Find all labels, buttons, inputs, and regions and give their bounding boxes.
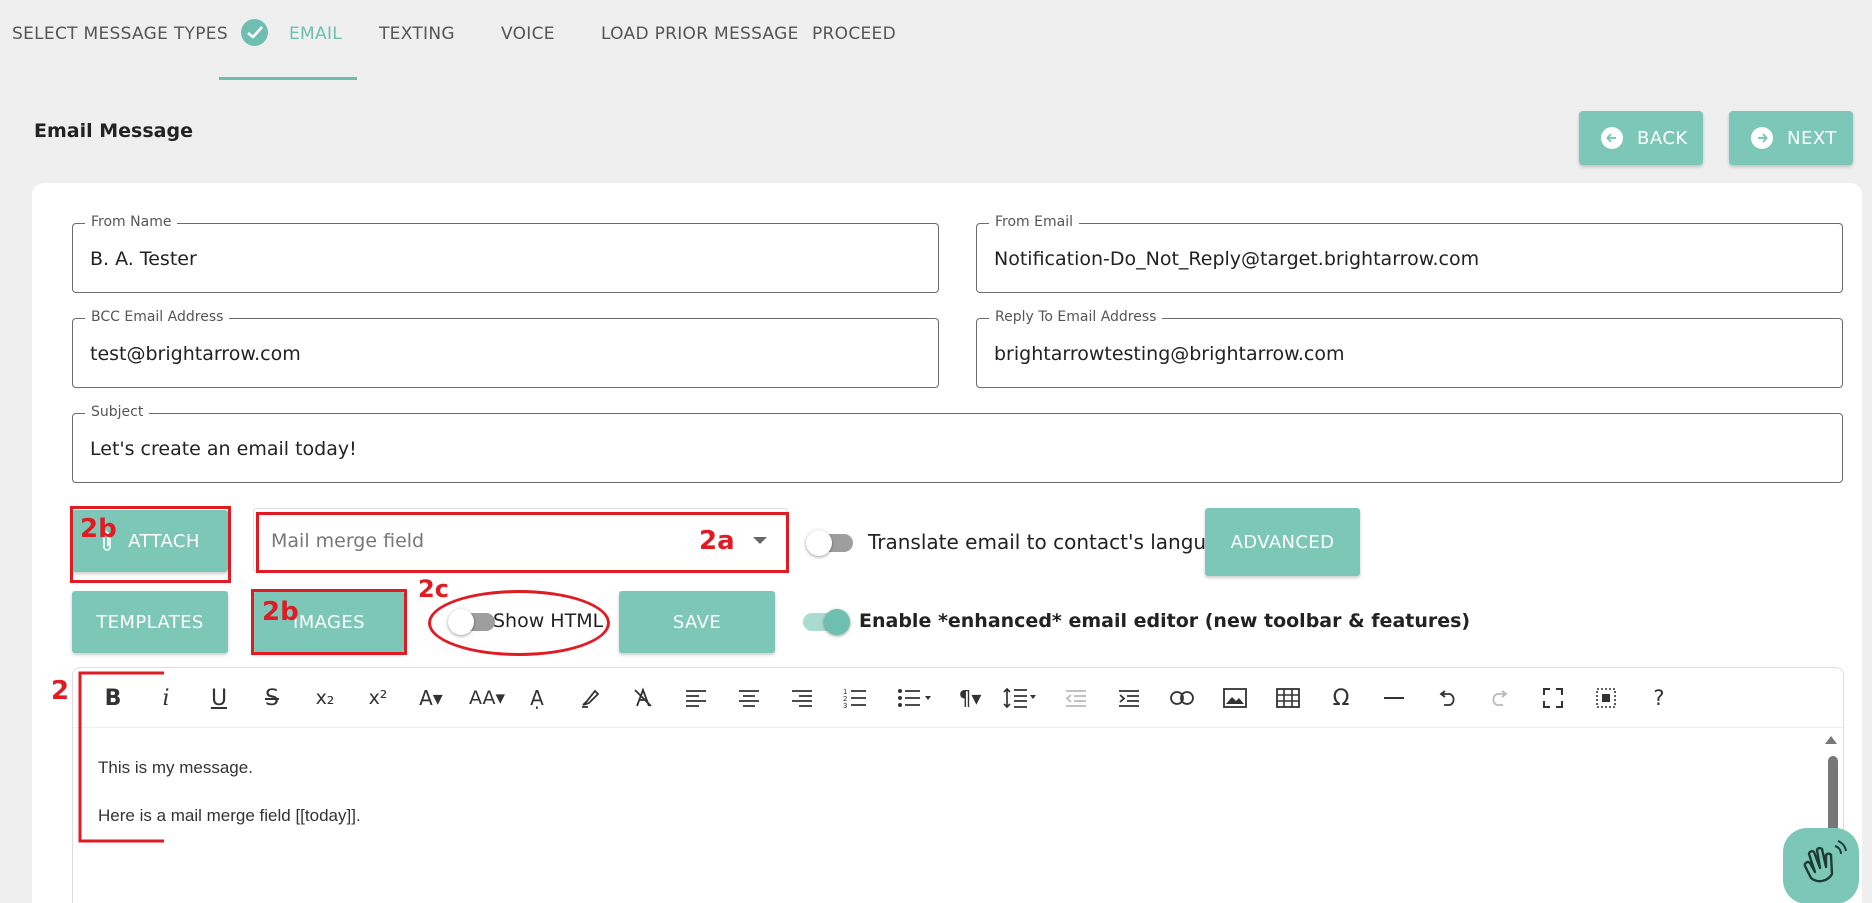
bcc-email-value: test@brightarrow.com — [90, 343, 301, 365]
save-button[interactable]: SAVE — [619, 591, 775, 653]
arrow-right-icon — [1751, 127, 1773, 149]
advanced-label: ADVANCED — [1230, 531, 1335, 553]
annotation-label-editor: 2 — [51, 676, 70, 706]
annotation-ellipse-show-html — [428, 590, 610, 656]
align-left-icon[interactable] — [676, 682, 716, 714]
templates-label: TEMPLATES — [96, 611, 204, 633]
templates-button[interactable]: TEMPLATES — [72, 591, 228, 653]
font-size-icon[interactable]: AA▾ — [463, 682, 511, 714]
reply-to-label: Reply To Email Address — [989, 309, 1163, 325]
bullet-list-icon[interactable] — [888, 682, 940, 714]
step-select-message-types[interactable]: SELECT MESSAGE TYPES — [12, 24, 228, 44]
save-label: SAVE — [672, 611, 722, 633]
special-character-icon[interactable]: Ω — [1321, 682, 1361, 714]
horizontal-rule-icon[interactable] — [1374, 682, 1414, 714]
waving-hand-icon — [1803, 840, 1847, 883]
step-email[interactable]: EMAIL — [289, 24, 342, 44]
annotation-label-show-html: 2c — [418, 575, 449, 603]
strikethrough-icon[interactable]: S — [252, 682, 292, 714]
from-email-label: From Email — [989, 214, 1079, 230]
editor-toolbar: B i U S x₂ x² A▾ AA▾ Ạ 123 ¶▾ Ω ? — [73, 668, 1843, 728]
advanced-button[interactable]: ADVANCED — [1205, 508, 1360, 576]
subject-field[interactable]: Subject Let's create an email today! — [72, 404, 1843, 483]
from-email-field[interactable]: From Email Notification-Do_Not_Reply@tar… — [976, 214, 1843, 293]
enhanced-editor-toggle[interactable] — [803, 609, 850, 635]
clear-format-icon[interactable] — [623, 682, 663, 714]
redo-icon[interactable] — [1480, 682, 1520, 714]
check-icon — [241, 19, 268, 46]
active-step-indicator — [219, 77, 357, 80]
step-texting[interactable]: TEXTING — [379, 24, 455, 44]
outdent-icon[interactable] — [1056, 682, 1096, 714]
rich-text-editor[interactable]: B i U S x₂ x² A▾ AA▾ Ạ 123 ¶▾ Ω ? This … — [72, 667, 1844, 903]
insert-image-icon[interactable] — [1215, 682, 1255, 714]
from-name-label: From Name — [85, 214, 178, 230]
insert-table-icon[interactable] — [1268, 682, 1308, 714]
toggle-knob — [806, 530, 832, 556]
line-height-icon[interactable] — [997, 682, 1043, 714]
stepper: SELECT MESSAGE TYPES EMAIL TEXTING VOICE… — [0, 0, 1872, 82]
enhanced-editor-label: Enable *enhanced* email editor (new tool… — [859, 610, 1471, 632]
svg-text:3: 3 — [843, 702, 847, 708]
bcc-email-field[interactable]: BCC Email Address test@brightarrow.com — [72, 309, 939, 388]
paragraph-format-icon[interactable]: ¶▾ — [947, 682, 993, 714]
subject-label: Subject — [85, 404, 150, 420]
help-chat-button[interactable] — [1783, 828, 1859, 903]
bcc-email-label: BCC Email Address — [85, 309, 230, 325]
annotation-label-images: 2b — [262, 597, 299, 627]
translate-toggle[interactable] — [806, 530, 853, 556]
next-button[interactable]: NEXT — [1729, 111, 1853, 165]
select-all-icon[interactable] — [1586, 682, 1626, 714]
from-email-value: Notification-Do_Not_Reply@target.brighta… — [994, 248, 1480, 270]
ordered-list-icon[interactable]: 123 — [835, 682, 875, 714]
from-name-value: B. A. Tester — [90, 248, 197, 270]
undo-icon[interactable] — [1427, 682, 1467, 714]
next-label: NEXT — [1787, 127, 1837, 149]
reply-to-value: brightarrowtesting@brightarrow.com — [994, 343, 1345, 365]
align-center-icon[interactable] — [729, 682, 769, 714]
arrow-left-icon — [1601, 127, 1623, 149]
superscript-icon[interactable]: x² — [358, 682, 398, 714]
step-voice[interactable]: VOICE — [501, 24, 555, 44]
align-right-icon[interactable] — [782, 682, 822, 714]
highlight-icon[interactable] — [570, 682, 610, 714]
toggle-knob — [824, 609, 850, 635]
step-load-prior-message[interactable]: LOAD PRIOR MESSAGE — [601, 24, 799, 44]
step-proceed[interactable]: PROCEED — [812, 24, 896, 44]
subscript-icon[interactable]: x₂ — [305, 682, 345, 714]
link-icon[interactable] — [1162, 682, 1202, 714]
fullscreen-icon[interactable] — [1533, 682, 1573, 714]
scroll-up-arrow-icon[interactable] — [1825, 736, 1837, 744]
underline-icon[interactable]: U — [199, 682, 239, 714]
font-family-icon[interactable]: A▾ — [411, 682, 451, 714]
text-color-icon[interactable]: Ạ — [517, 682, 557, 714]
annotation-label-attach: 2b — [80, 514, 117, 544]
indent-icon[interactable] — [1109, 682, 1149, 714]
annotation-bracket-editor — [78, 671, 164, 843]
help-icon[interactable]: ? — [1639, 682, 1679, 714]
page-title: Email Message — [34, 120, 193, 142]
annotation-label-merge: 2a — [699, 526, 735, 556]
subject-value: Let's create an email today! — [90, 438, 357, 460]
reply-to-field[interactable]: Reply To Email Address brightarrowtestin… — [976, 309, 1843, 388]
from-name-field[interactable]: From Name B. A. Tester — [72, 214, 939, 293]
back-button[interactable]: BACK — [1579, 111, 1703, 165]
translate-label: Translate email to contact's language — [868, 530, 1244, 554]
back-label: BACK — [1637, 127, 1688, 149]
